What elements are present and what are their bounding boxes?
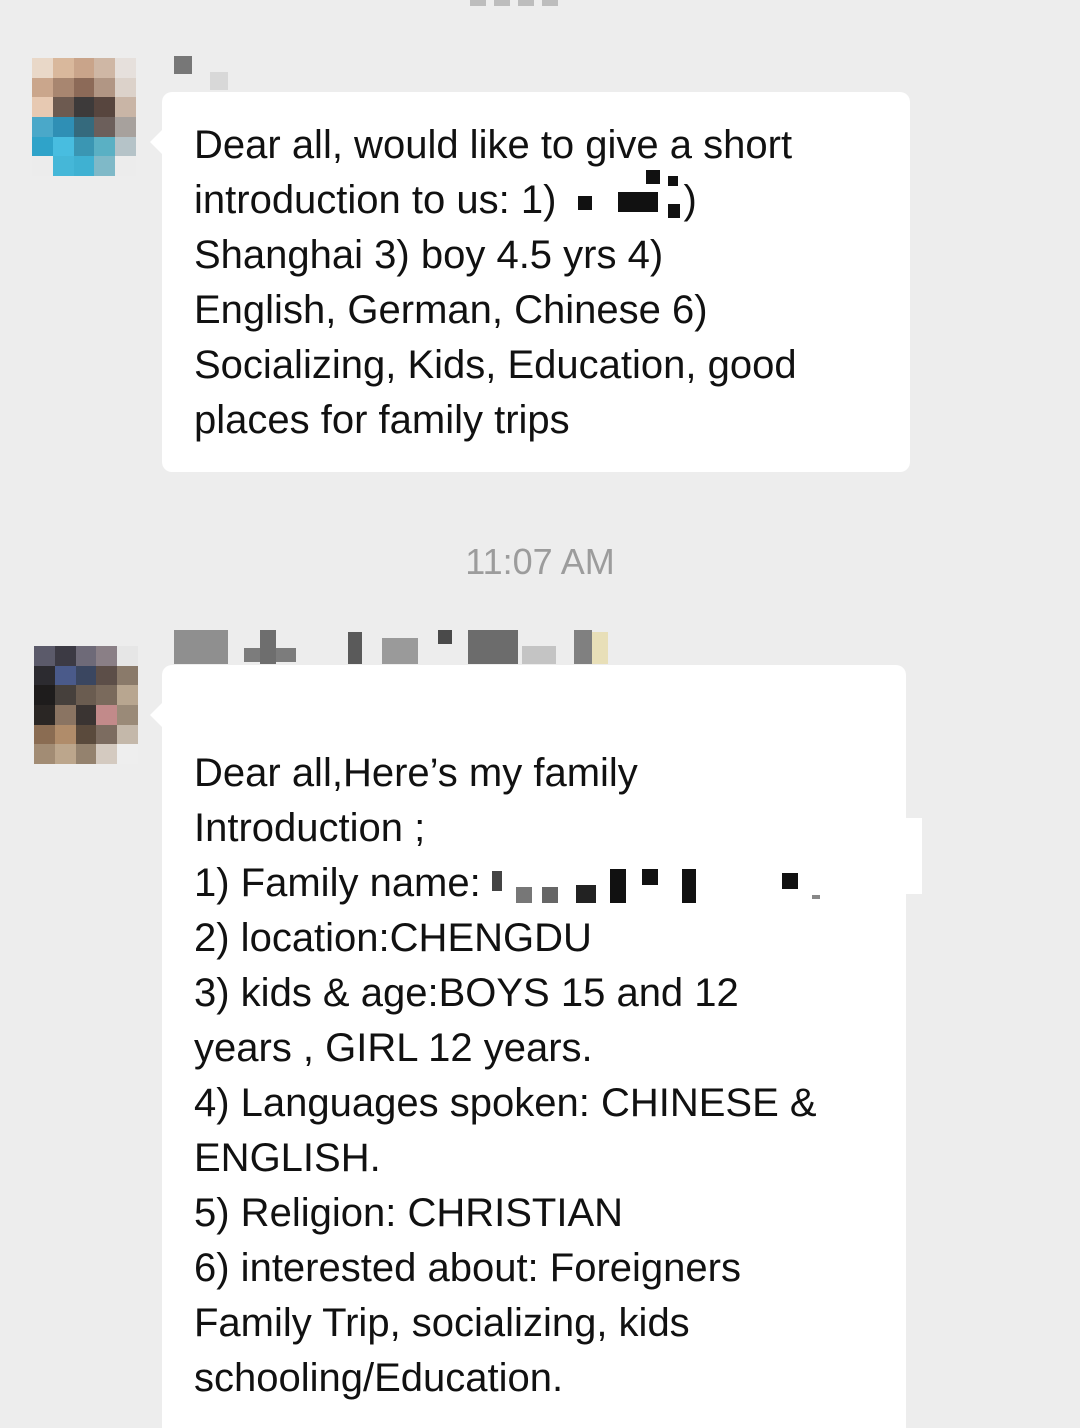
chat-view: Dear all, would like to give a short int… (0, 0, 1080, 1428)
message-line: Family Trip, socializing, kids (194, 1301, 690, 1345)
message-line: introduction to us: 1) ) (194, 170, 910, 228)
message-line: 1) Family name: (194, 856, 906, 911)
message-line: Dear all,Here’s my family (194, 751, 638, 795)
clipped-timestamp (470, 0, 620, 6)
message-line: 6) interested about: Foreigners (194, 1246, 741, 1290)
avatar[interactable] (32, 58, 136, 176)
message-line: places for family trips (194, 398, 570, 442)
message-line: Dear all, would like to give a short (194, 123, 793, 167)
message-line: Introduction ; (194, 806, 426, 850)
message-line: Socializing, Kids, Education, good (194, 343, 797, 387)
sender-name (172, 628, 632, 668)
avatar[interactable] (34, 646, 138, 764)
sender-name (172, 52, 232, 92)
timestamp: 11:07 AM (465, 541, 615, 582)
message-bubble[interactable]: Dear all, would like to give a short int… (150, 92, 910, 472)
message-line: 3) kids & age:BOYS 15 and 12 (194, 971, 739, 1015)
message-bubble[interactable]: Dear all,Here’s my family Introduction ;… (150, 665, 906, 1428)
message-line: English, German, Chinese 6) (194, 288, 708, 332)
redacted-text (491, 865, 852, 905)
redacted-text (568, 170, 684, 222)
message-line: 4) Languages spoken: CHINESE & (194, 1081, 817, 1125)
message-line: years , GIRL 12 years. (194, 1026, 593, 1070)
bubble-artifact (896, 818, 922, 894)
message-line: 5) Religion: CHRISTIAN (194, 1191, 624, 1235)
message-line: Shanghai 3) boy 4.5 yrs 4) (194, 233, 664, 277)
message-line: schooling/Education. (194, 1356, 564, 1400)
message-line: ENGLISH. (194, 1136, 381, 1180)
message-line: 2) location:CHENGDU (194, 916, 592, 960)
